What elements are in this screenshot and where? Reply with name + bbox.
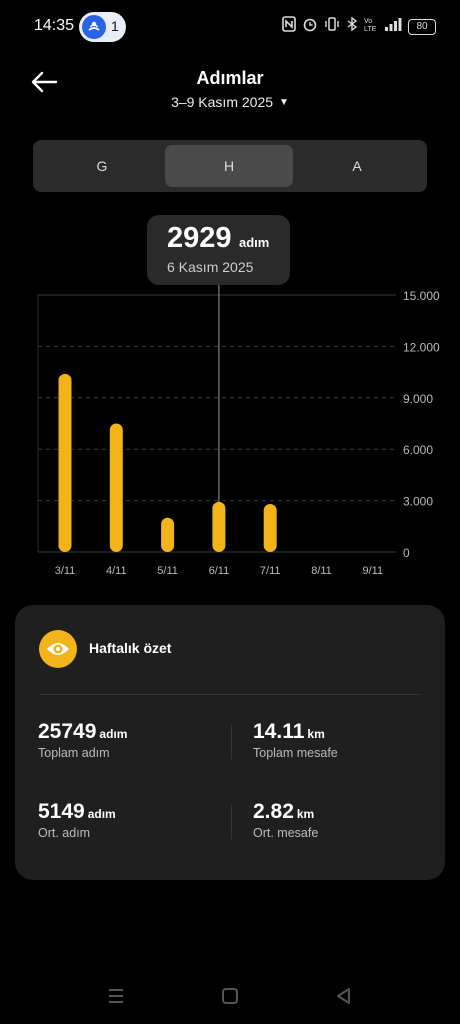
y-tick-label: 12.000: [403, 340, 440, 354]
volte-icon: Vo LTE: [364, 16, 378, 37]
hotspot-indicator[interactable]: 1: [79, 12, 126, 42]
stat-value: 5149: [38, 800, 85, 823]
bar: [161, 517, 175, 552]
svg-text:Vo: Vo: [364, 18, 372, 25]
stat-unit: km: [307, 727, 325, 741]
tab-day[interactable]: G: [38, 145, 166, 187]
x-tick-label: 5/11: [157, 565, 178, 577]
signal-icon: [384, 16, 402, 37]
y-tick-label: 0: [403, 546, 410, 560]
battery-indicator: 80: [408, 18, 436, 35]
clock: 14:35: [34, 17, 75, 34]
y-tick-label: 9.000: [403, 392, 433, 406]
bar: [109, 423, 123, 552]
stat-total-steps: 25749 adım Toplam adım: [38, 720, 127, 760]
alarm-icon: [302, 16, 318, 37]
tooltip-value: 2929: [167, 222, 232, 254]
stat-value: 25749: [38, 720, 97, 743]
svg-text:LTE: LTE: [364, 26, 377, 32]
stat-label: Toplam adım: [38, 746, 110, 760]
page-title: Adımlar: [196, 68, 264, 88]
stat-avg-distance: 2.82 km Ort. mesafe: [253, 800, 318, 840]
period-tabs: G H A: [33, 140, 427, 192]
divider: [231, 805, 232, 839]
hotspot-icon: [82, 15, 106, 39]
nfc-icon: [282, 16, 296, 37]
tooltip-date: 6 Kasım 2025: [167, 259, 254, 275]
x-tick-label: 6/11: [209, 565, 230, 577]
tooltip-unit: adım: [239, 235, 270, 250]
date-range-label: 3–9 Kasım 2025: [171, 94, 274, 110]
status-icons: Vo LTE 80: [282, 16, 436, 37]
date-range-selector[interactable]: 3–9 Kasım 2025 ▼: [0, 94, 460, 110]
stat-value: 2.82: [253, 800, 294, 823]
status-bar: 14:35 1 Vo LTE 80: [0, 0, 460, 52]
x-tick-label: 7/11: [260, 565, 281, 577]
summary-title: Haftalık özet: [89, 640, 172, 656]
stat-value: 14.11: [253, 720, 305, 743]
recent-apps-icon[interactable]: [103, 984, 129, 1008]
stat-unit: adım: [99, 727, 128, 741]
stat-label: Toplam mesafe: [253, 746, 338, 760]
x-tick-label: 3/11: [55, 565, 76, 577]
caret-down-icon: ▼: [279, 97, 289, 108]
weekly-summary-card: Haftalık özet 25749 adım Toplam adım 14.1…: [15, 605, 445, 880]
home-icon[interactable]: [217, 984, 243, 1008]
bar: [58, 373, 72, 552]
bar: [263, 504, 277, 552]
stat-total-distance: 14.11 km Toplam mesafe: [253, 720, 338, 760]
steps-chart: 0 3.000 6.000 9.000 12.000 15.000 3/11 4/11 5/11…: [0, 205, 460, 585]
x-tick-label: 4/11: [106, 565, 127, 577]
divider: [40, 694, 420, 695]
y-tick-label: 3.000: [403, 495, 433, 509]
y-tick-label: 15.000: [403, 289, 440, 303]
back-nav-icon[interactable]: [331, 984, 357, 1008]
tab-week[interactable]: H: [165, 145, 293, 187]
bluetooth-icon: [346, 16, 358, 37]
stat-unit: km: [296, 807, 315, 821]
vibrate-icon: [324, 16, 340, 37]
tab-month[interactable]: A: [293, 145, 421, 187]
eye-icon: [39, 630, 77, 668]
bar: [212, 501, 226, 552]
x-tick-label: 8/11: [311, 565, 332, 577]
stat-label: Ort. adım: [38, 826, 91, 840]
chart-tooltip: 2929 adım 6 Kasım 2025: [147, 215, 290, 285]
stat-avg-steps: 5149 adım Ort. adım: [38, 800, 116, 840]
stat-unit: adım: [87, 807, 116, 821]
y-tick-label: 6.000: [403, 443, 433, 457]
hotspot-count: 1: [111, 18, 119, 34]
stat-label: Ort. mesafe: [253, 826, 319, 840]
divider: [231, 725, 232, 759]
system-navbar: [0, 980, 460, 1012]
x-tick-label: 9/11: [363, 565, 384, 577]
